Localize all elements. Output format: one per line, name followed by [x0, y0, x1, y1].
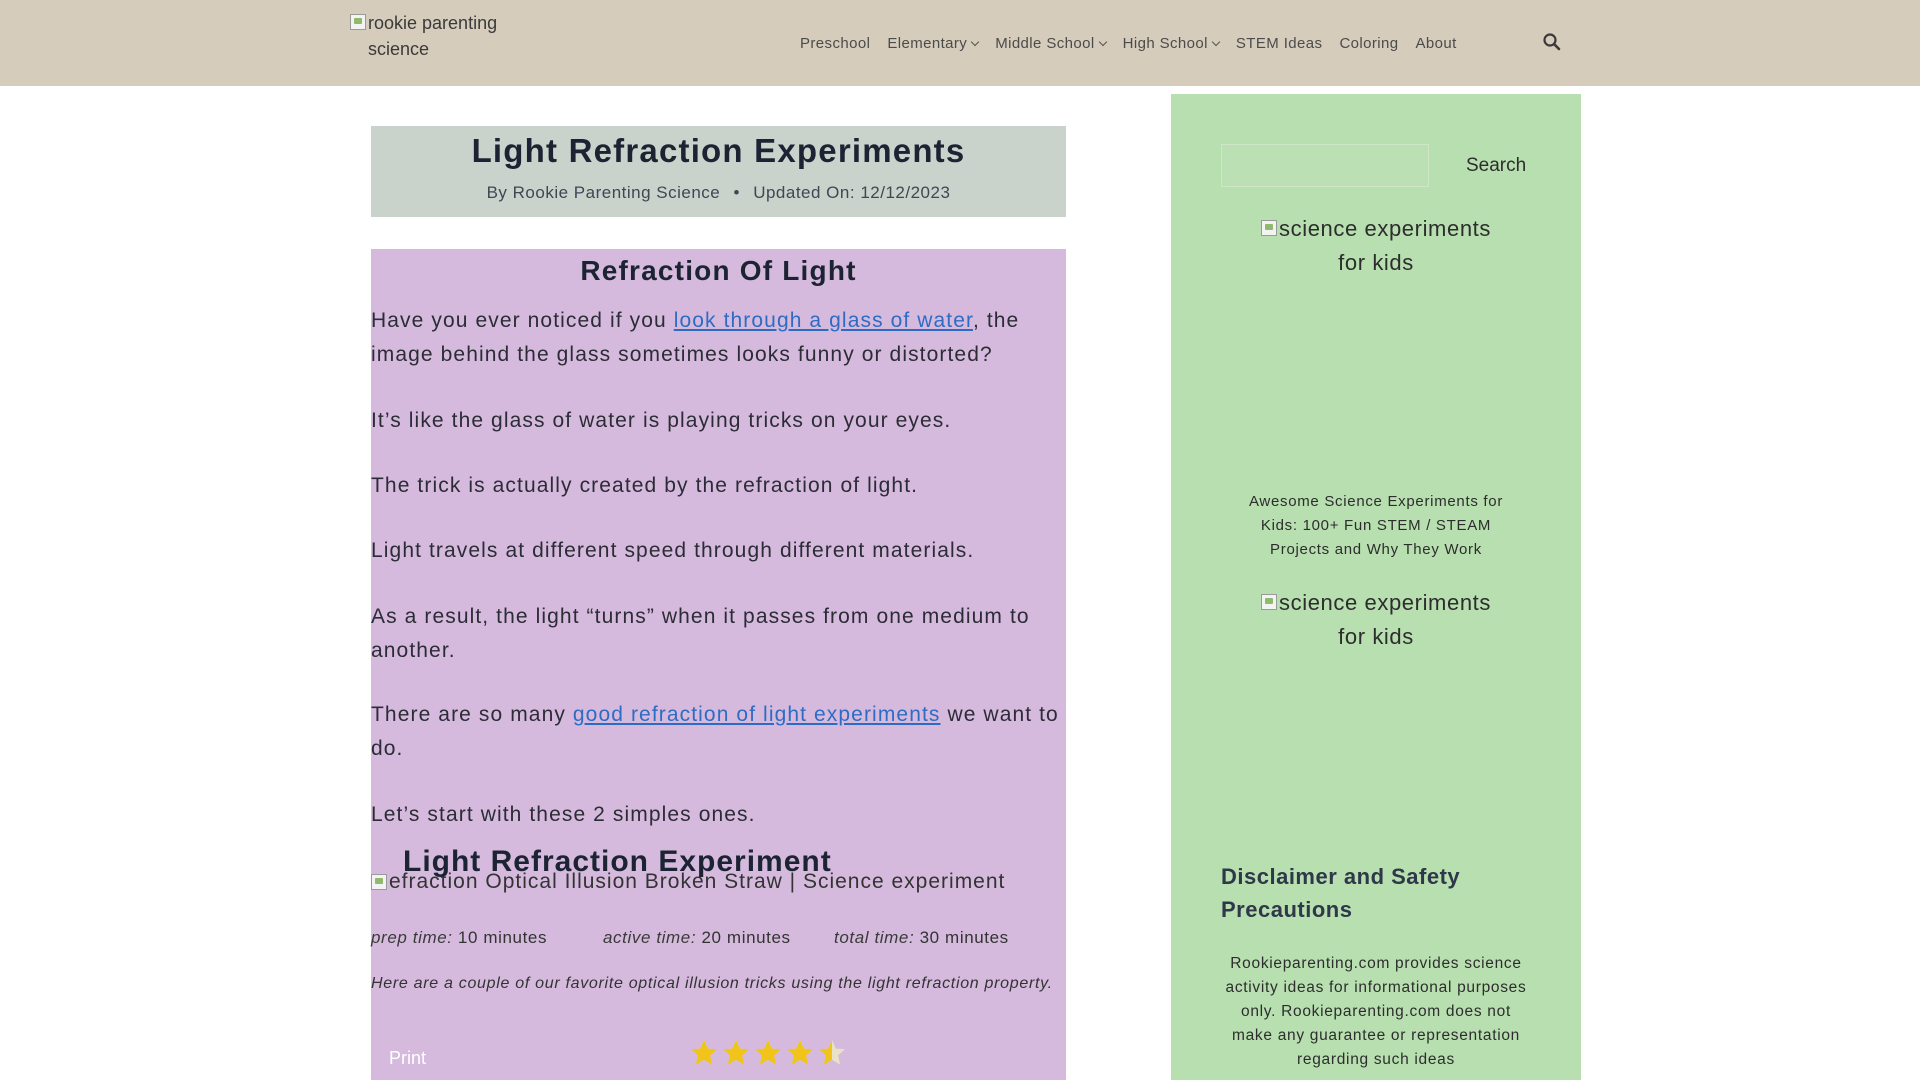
by-label: By	[486, 183, 508, 202]
image-alt-text: science experiments for kids	[1279, 590, 1491, 649]
meta-separator: •	[733, 183, 740, 202]
disclaimer-title: Disclaimer and Safety Precautions	[1221, 864, 1461, 922]
glass-of-water-link[interactable]: look through a glass of water	[674, 309, 973, 332]
chevron-down-icon	[1098, 37, 1107, 46]
print-button[interactable]: Print	[389, 1048, 426, 1069]
sidebar-search-button[interactable]: Search	[1451, 144, 1551, 187]
sidebar-book-image-2[interactable]: science experiments for kids	[1251, 586, 1501, 654]
broken-image-icon	[1261, 594, 1278, 610]
section-heading: Refraction Of Light	[580, 255, 857, 286]
logo-alt-text: rookie parenting science	[368, 13, 498, 59]
post-header: Light Refraction Experiments By Rookie P…	[371, 126, 1066, 217]
nav-item-middle-school[interactable]: Middle School	[995, 34, 1107, 52]
nav-label: About	[1415, 34, 1457, 52]
paragraph-1: Have you ever noticed if you look throug…	[371, 304, 1066, 372]
prep-time-value: 10 minutes	[457, 928, 548, 947]
post-meta: By Rookie Parenting Science • Updated On…	[371, 183, 1066, 203]
text: There are so many	[371, 703, 573, 726]
nav-item-high-school[interactable]: High School	[1122, 34, 1221, 52]
image-alt-text: science experiments for kids	[1279, 216, 1491, 275]
paragraph-2: It’s like the glass of water is playing …	[371, 409, 952, 432]
recipe-title: Light Refraction Experiment	[403, 845, 832, 878]
broken-image-icon	[350, 14, 366, 30]
star-icon[interactable]	[785, 1038, 815, 1068]
book-caption-link[interactable]: Awesome Science Experiments for Kids: 10…	[1231, 490, 1521, 562]
refraction-experiments-link[interactable]: good refraction of light experiments	[573, 703, 941, 726]
star-icon[interactable]	[721, 1038, 751, 1068]
active-time-value: 20 minutes	[701, 928, 791, 947]
search-icon[interactable]	[1542, 32, 1562, 52]
paragraph-5: As a result, the light “turns” when it p…	[371, 605, 1030, 662]
updated-label: Updated On:	[753, 183, 856, 202]
paragraph-3: The trick is actually created by the ref…	[371, 474, 919, 497]
prep-time: prep time: 10 minutes	[371, 928, 547, 948]
total-time-value: 30 minutes	[919, 928, 1009, 947]
nav-label: High School	[1122, 34, 1208, 52]
total-time: total time: 30 minutes	[834, 928, 1009, 948]
recipe-summary: Here are a couple of our favorite optica…	[371, 975, 1053, 992]
updated-date: 12/12/2023	[860, 183, 951, 202]
nav-item-preschool[interactable]: Preschool	[800, 35, 870, 52]
text: Have you ever noticed if you	[371, 309, 674, 332]
active-time-label: active time:	[603, 928, 697, 947]
nav-label: Preschool	[800, 34, 871, 52]
nav-label: Middle School	[995, 34, 1095, 52]
author-link[interactable]: Rookie Parenting Science	[513, 183, 721, 202]
broken-image-icon	[1261, 220, 1278, 236]
chevron-down-icon	[970, 37, 980, 46]
star-icon[interactable]	[753, 1038, 783, 1068]
article-content: Refraction Of Light Have you ever notice…	[371, 249, 1066, 1080]
nav-item-coloring[interactable]: Coloring	[1339, 35, 1398, 52]
main-nav: Preschool Elementary Middle School High …	[800, 30, 1474, 56]
active-time: active time: 20 minutes	[603, 928, 791, 948]
chevron-down-icon	[1211, 37, 1221, 46]
nav-item-about[interactable]: About	[1416, 35, 1457, 52]
sidebar: Search science experiments for kids Awes…	[1171, 94, 1581, 1080]
site-logo[interactable]: rookie parenting science	[350, 10, 540, 62]
sidebar-search-input[interactable]	[1221, 144, 1429, 187]
nav-item-elementary[interactable]: Elementary	[887, 34, 980, 52]
nav-label: Coloring	[1339, 34, 1399, 52]
star-icon[interactable]	[817, 1038, 847, 1068]
nav-item-stem-ideas[interactable]: STEM Ideas	[1236, 35, 1323, 52]
paragraph-6: There are so many good refraction of lig…	[371, 698, 1066, 766]
site-header: rookie parenting science Preschool Eleme…	[0, 0, 1920, 86]
nav-label: Elementary	[887, 34, 968, 52]
sidebar-book-image-1[interactable]: science experiments for kids	[1251, 212, 1501, 280]
prep-time-label: prep time:	[371, 928, 453, 947]
star-icon[interactable]	[689, 1038, 719, 1068]
disclaimer-text: Rookieparenting.com provides science act…	[1225, 955, 1527, 1068]
page-title: Light Refraction Experiments	[471, 132, 966, 169]
paragraph-4: Light travels at different speed through…	[371, 539, 975, 562]
nav-label: STEM Ideas	[1235, 34, 1323, 52]
total-time-label: total time:	[834, 928, 915, 947]
star-rating[interactable]	[689, 1038, 849, 1068]
paragraph-7: Let’s start with these 2 simples ones.	[371, 803, 756, 826]
broken-image-icon	[371, 874, 387, 890]
